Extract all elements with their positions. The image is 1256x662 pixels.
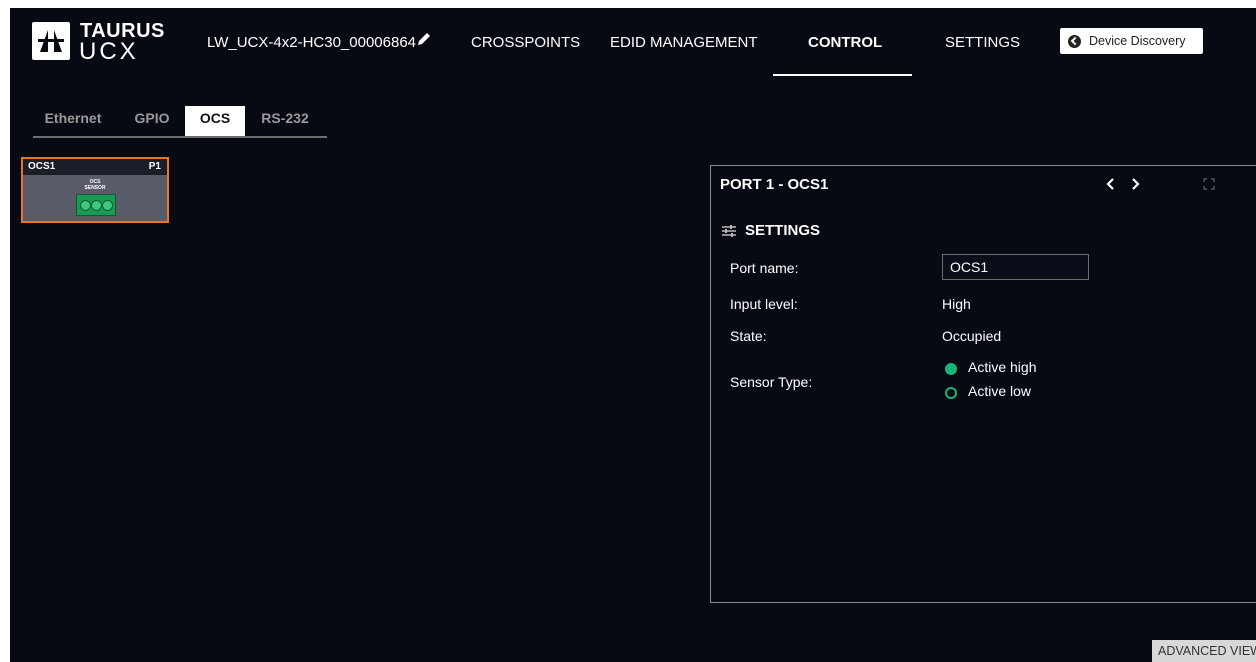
subtab-rs232[interactable]: RS-232 bbox=[255, 106, 315, 136]
port-name-input[interactable] bbox=[942, 254, 1089, 280]
device-discovery-label: Device Discovery bbox=[1089, 34, 1186, 48]
port-settings-panel: PORT 1 - OCS1 SETTINGS Port name: I bbox=[710, 165, 1256, 603]
state-label: State: bbox=[730, 328, 767, 344]
pencil-icon[interactable] bbox=[415, 30, 433, 48]
logo-mark-icon bbox=[32, 22, 70, 60]
back-arrow-icon bbox=[1068, 34, 1081, 48]
port-card-label-line2: SENSOR bbox=[84, 185, 106, 191]
device-name[interactable]: LW_UCX-4x2-HC30_00006864 bbox=[207, 34, 416, 51]
radio-active-high[interactable] bbox=[945, 363, 957, 375]
tab-crosspoints[interactable]: CROSSPOINTS bbox=[471, 34, 580, 51]
port-card-header: OCS1 P1 bbox=[23, 159, 167, 175]
input-level-label: Input level: bbox=[730, 296, 798, 312]
advanced-view-button[interactable]: ADVANCED VIEW bbox=[1152, 640, 1256, 662]
subtab-ocs[interactable]: OCS bbox=[185, 106, 245, 136]
expand-icon[interactable] bbox=[1203, 177, 1215, 190]
chevron-right-icon[interactable] bbox=[1127, 176, 1143, 192]
connector-icon bbox=[76, 194, 116, 216]
taurus-ucx-logo: TAURUS UCX bbox=[32, 18, 167, 65]
subtab-ethernet[interactable]: Ethernet bbox=[33, 106, 113, 136]
port-type-tabs: Ethernet GPIO OCS RS-232 bbox=[33, 106, 327, 138]
input-level-value: High bbox=[942, 296, 971, 312]
radio-active-low[interactable] bbox=[945, 387, 957, 399]
state-value: Occupied bbox=[942, 328, 1002, 344]
active-tab-underline bbox=[773, 74, 912, 76]
tab-control[interactable]: CONTROL bbox=[808, 34, 882, 51]
app-window: TAURUS UCX LW_UCX-4x2-HC30_00006864 CROS… bbox=[10, 8, 1256, 662]
tab-settings[interactable]: SETTINGS bbox=[945, 34, 1020, 51]
port-card-name: OCS1 bbox=[28, 161, 56, 172]
port-card-ocs1[interactable]: OCS1 P1 OCS SENSOR bbox=[21, 157, 169, 223]
sliders-icon bbox=[721, 224, 737, 238]
subtab-gpio[interactable]: GPIO bbox=[125, 106, 179, 136]
tab-edid-management[interactable]: EDID MANAGEMENT bbox=[610, 34, 758, 51]
port-card-label: OCS SENSOR bbox=[23, 179, 167, 191]
panel-title: PORT 1 - OCS1 bbox=[720, 176, 829, 193]
settings-title: SETTINGS bbox=[745, 222, 821, 239]
radio-active-low-label[interactable]: Active low bbox=[968, 383, 1031, 399]
sensor-type-label: Sensor Type: bbox=[730, 374, 813, 390]
port-card-number: P1 bbox=[148, 161, 161, 172]
logo-text-ucx: UCX bbox=[79, 38, 139, 65]
port-name-label: Port name: bbox=[730, 260, 799, 276]
chevron-left-icon[interactable] bbox=[1103, 176, 1119, 192]
device-discovery-button[interactable]: Device Discovery bbox=[1060, 28, 1203, 54]
radio-active-high-label[interactable]: Active high bbox=[968, 359, 1036, 375]
